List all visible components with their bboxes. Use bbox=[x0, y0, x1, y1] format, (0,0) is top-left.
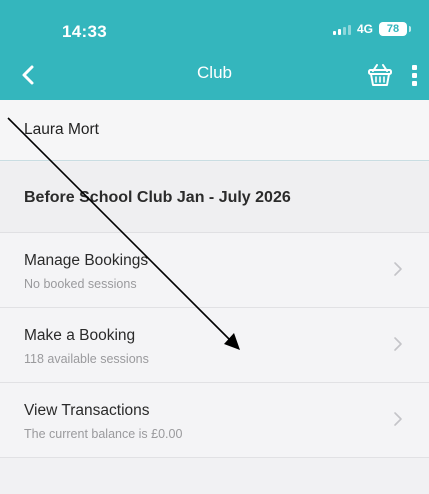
status-time: 14:33 bbox=[62, 22, 107, 41]
manage-bookings-item[interactable]: Manage Bookings No booked sessions bbox=[0, 233, 429, 308]
club-name: Before School Club Jan - July 2026 bbox=[24, 189, 291, 206]
chevron-right-icon bbox=[394, 337, 402, 351]
view-transactions-title: View Transactions bbox=[24, 402, 150, 419]
make-booking-subtitle: 118 available sessions bbox=[24, 352, 149, 366]
network-label: 4G bbox=[356, 22, 373, 36]
app-header: 14:33 4G 78 Club bbox=[0, 0, 429, 100]
child-name-row: Laura Mort bbox=[0, 100, 429, 161]
signal-icon bbox=[332, 24, 351, 35]
chevron-right-icon bbox=[394, 412, 402, 426]
more-options-button[interactable] bbox=[406, 60, 422, 90]
child-name: Laura Mort bbox=[24, 121, 99, 138]
manage-bookings-title: Manage Bookings bbox=[24, 252, 149, 269]
manage-bookings-subtitle: No booked sessions bbox=[24, 277, 137, 291]
status-indicators: 4G 78 bbox=[332, 22, 411, 36]
make-booking-item[interactable]: Make a Booking 118 available sessions bbox=[0, 308, 429, 383]
club-name-row: Before School Club Jan - July 2026 bbox=[0, 162, 429, 233]
view-transactions-item[interactable]: View Transactions The current balance is… bbox=[0, 383, 429, 458]
more-vertical-icon bbox=[411, 64, 417, 70]
view-transactions-subtitle: The current balance is £0.00 bbox=[24, 427, 183, 441]
basket-button[interactable] bbox=[364, 60, 396, 90]
chevron-right-icon bbox=[394, 262, 402, 276]
basket-icon bbox=[368, 64, 392, 86]
make-booking-title: Make a Booking bbox=[24, 327, 136, 344]
battery-icon: 78 bbox=[379, 22, 411, 36]
